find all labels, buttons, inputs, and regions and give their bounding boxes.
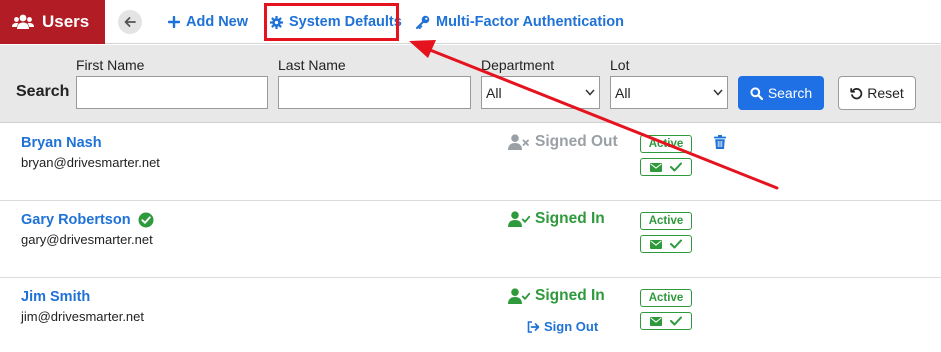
user-email: jim@drivesmarter.net [21, 309, 145, 324]
chevron-down-icon [585, 89, 595, 96]
reset-button[interactable]: Reset [838, 76, 916, 110]
add-new-link[interactable]: Add New [168, 0, 248, 44]
add-new-label: Add New [186, 14, 249, 30]
envelope-icon [649, 162, 662, 172]
page-title: Users [42, 12, 90, 31]
active-badge[interactable]: Active [640, 212, 692, 230]
reset-button-label: Reset [867, 85, 904, 101]
check-icon [670, 162, 683, 172]
verified-check-icon [138, 212, 154, 228]
chevron-down-icon [713, 89, 723, 96]
first-name-label: First Name [76, 57, 145, 73]
user-check-icon [508, 211, 530, 227]
user-name: Gary Robertson [21, 212, 131, 228]
user-name: Jim Smith [21, 289, 91, 305]
annotation-highlight-box [264, 3, 399, 41]
user-name-link[interactable]: Bryan Nash [21, 135, 102, 151]
search-button[interactable]: Search [738, 76, 824, 110]
department-select[interactable]: All [481, 76, 600, 109]
user-times-icon [508, 134, 529, 150]
plus-icon [168, 16, 180, 28]
mfa-link[interactable]: Multi-Factor Authentication [416, 0, 624, 44]
check-icon [670, 316, 683, 326]
user-email: gary@drivesmarter.net [21, 232, 153, 247]
users-brand-tab[interactable]: Users [0, 0, 105, 44]
undo-icon [850, 87, 863, 99]
notification-badge[interactable] [640, 235, 692, 253]
trash-icon [714, 135, 726, 149]
sign-status-label: Signed In [535, 210, 605, 227]
sign-status-label: Signed In [535, 287, 605, 304]
magnifier-icon [750, 86, 763, 100]
envelope-icon [649, 316, 662, 326]
user-row: Gary Robertson gary@drivesmarter.net Sig… [0, 201, 941, 278]
mfa-label: Multi-Factor Authentication [436, 14, 624, 30]
first-name-input[interactable] [76, 76, 268, 109]
sign-out-label: Sign Out [544, 319, 599, 334]
envelope-icon [649, 239, 662, 249]
notification-badge[interactable] [640, 312, 692, 330]
department-label: Department [481, 57, 555, 73]
lot-select[interactable]: All [610, 76, 728, 109]
delete-user-button[interactable] [714, 135, 726, 154]
sign-out-link[interactable]: Sign Out [527, 319, 598, 334]
department-selected-value: All [486, 84, 502, 101]
back-button[interactable] [118, 10, 142, 34]
arrow-left-icon [124, 17, 136, 27]
search-button-label: Search [767, 85, 813, 101]
user-row: Jim Smith jim@drivesmarter.net Signed In… [0, 278, 941, 352]
user-row: Bryan Nash bryan@drivesmarter.net Signed… [0, 124, 941, 201]
last-name-input[interactable] [278, 76, 471, 109]
sign-status-label: Signed Out [535, 133, 618, 150]
user-check-icon [508, 288, 530, 304]
user-name: Bryan Nash [21, 135, 102, 151]
search-heading: Search [16, 83, 70, 100]
key-icon [416, 15, 430, 29]
user-name-link[interactable]: Jim Smith [21, 289, 90, 305]
sign-status: Signed Out [508, 133, 618, 151]
lot-selected-value: All [615, 84, 631, 101]
check-icon [670, 239, 683, 249]
search-panel: Search First Name Last Name Department A… [0, 45, 941, 123]
notification-badge[interactable] [640, 158, 692, 176]
active-badge[interactable]: Active [640, 135, 692, 153]
user-email: bryan@drivesmarter.net [21, 155, 160, 170]
sign-status: Signed In [508, 210, 605, 228]
active-badge[interactable]: Active [640, 289, 692, 307]
last-name-label: Last Name [278, 57, 346, 73]
top-bar: Users Add New System Defaults Multi-Fact… [0, 0, 941, 44]
lot-label: Lot [610, 57, 630, 73]
sign-status: Signed In [508, 287, 605, 305]
sign-out-icon [527, 320, 540, 333]
user-name-link[interactable]: Gary Robertson [21, 212, 154, 228]
users-icon [12, 14, 34, 29]
